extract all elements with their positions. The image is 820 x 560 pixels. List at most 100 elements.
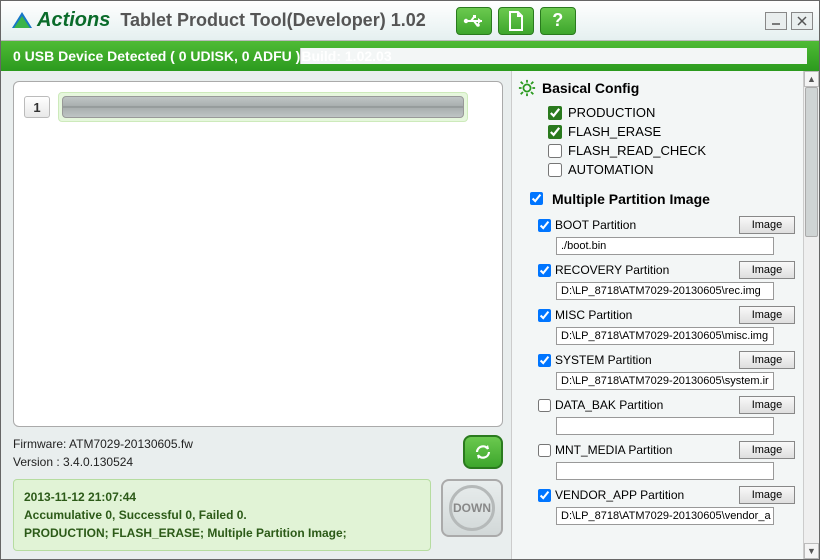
usb-icon: [463, 14, 485, 28]
down-icon: DOWN: [449, 485, 495, 531]
config-checkbox[interactable]: [548, 163, 562, 177]
refresh-icon: [472, 442, 494, 462]
partition-block: RECOVERY Partition Image D:\LP_8718\ATM702…: [538, 261, 795, 300]
summary-line3: PRODUCTION; FLASH_ERASE; Multiple Partit…: [24, 524, 420, 542]
partition-path[interactable]: D:\LP_8718\ATM7029-20130605\misc.img: [556, 327, 774, 345]
multi-partition-label: Multiple Partition Image: [552, 191, 710, 207]
file-icon: [507, 11, 525, 31]
left-panel: 1 Firmware: ATM7029-20130605.fw Version …: [1, 71, 511, 559]
partition-checkbox[interactable]: [538, 489, 551, 502]
partition-row: SYSTEM PartitionImage: [538, 351, 795, 369]
partition-image-button[interactable]: Image: [739, 306, 795, 324]
partition-checkbox[interactable]: [538, 354, 551, 367]
partition-row: MISC Partition Image: [538, 306, 795, 324]
partition-block: SYSTEM PartitionImage D:\LP_8718\ATM7029-…: [538, 351, 795, 390]
device-index: 1: [24, 96, 50, 118]
titlebar: Actions Tablet Product Tool(Developer) 1…: [1, 1, 819, 41]
config-panel: Basical Config PRODUCTIONFLASH_ERASEFLAS…: [511, 71, 819, 559]
minimize-icon: [771, 16, 781, 26]
firmware-line2: Version : 3.4.0.130524: [13, 453, 463, 471]
close-button[interactable]: [791, 12, 813, 30]
down-label: DOWN: [453, 501, 491, 515]
partition-path[interactable]: D:\LP_8718\ATM7029-20130605\vendor_a: [556, 507, 774, 525]
partition-label: RECOVERY Partition: [555, 263, 735, 277]
multi-partition-header: Multiple Partition Image: [518, 187, 799, 212]
partition-label: BOOT Partition: [555, 218, 735, 232]
device-list-panel: 1: [13, 81, 503, 427]
config-label: AUTOMATION: [568, 162, 653, 177]
partition-path[interactable]: ./boot.bin: [556, 237, 774, 255]
brand-text: Actions: [37, 9, 110, 32]
partition-block: MNT_MEDIA Partition Image: [538, 441, 795, 480]
partition-block: MISC Partition Image D:\LP_8718\ATM7029-20…: [538, 306, 795, 345]
help-icon: ?: [552, 10, 563, 31]
scroll-track[interactable]: [804, 87, 819, 543]
partition-row: VENDOR_APP Partition Image: [538, 486, 795, 504]
progress-bar: [62, 96, 464, 118]
minimize-button[interactable]: [765, 12, 787, 30]
help-button[interactable]: ?: [540, 7, 576, 35]
brand-logo: Actions: [9, 8, 110, 34]
bottom-row: 2013-11-12 21:07:44 Accumulative 0, Succ…: [13, 479, 503, 551]
config-checkbox[interactable]: [548, 125, 562, 139]
partition-path[interactable]: [556, 417, 774, 435]
partition-checkbox[interactable]: [538, 309, 551, 322]
config-row: FLASH_ERASE: [518, 122, 799, 141]
partition-row: BOOT Partition Image: [538, 216, 795, 234]
config-checkbox[interactable]: [548, 106, 562, 120]
window-controls: [765, 12, 813, 30]
app-title: Tablet Product Tool(Developer) 1.02: [120, 10, 425, 31]
partition-image-button[interactable]: Image: [739, 216, 795, 234]
partition-row: MNT_MEDIA Partition Image: [538, 441, 795, 459]
config-checkbox[interactable]: [548, 144, 562, 158]
partition-block: VENDOR_APP Partition Image D:\LP_8718\ATM7…: [538, 486, 795, 525]
file-button[interactable]: [498, 7, 534, 35]
partition-image-button[interactable]: Image: [739, 261, 795, 279]
status-right: Build: 1.02.03: [300, 48, 807, 64]
partition-block: DATA_BAK PartitionImage: [538, 396, 795, 435]
scroll-down-button[interactable]: ▼: [804, 543, 819, 559]
refresh-button[interactable]: [463, 435, 503, 469]
summary-line2: Accumulative 0, Successful 0, Failed 0.: [24, 506, 420, 524]
firmware-text: Firmware: ATM7029-20130605.fw Version : …: [13, 435, 463, 471]
config-row: AUTOMATION: [518, 160, 799, 179]
firmware-info: Firmware: ATM7029-20130605.fw Version : …: [13, 435, 503, 471]
partition-row: RECOVERY Partition Image: [538, 261, 795, 279]
config-scroll: Basical Config PRODUCTIONFLASH_ERASEFLAS…: [512, 71, 803, 559]
progress-container: [58, 92, 468, 122]
partition-image-button[interactable]: Image: [739, 441, 795, 459]
partition-label: MNT_MEDIA Partition: [555, 443, 735, 457]
config-scrollbar[interactable]: ▲ ▼: [803, 71, 819, 559]
partition-path[interactable]: [556, 462, 774, 480]
config-content: Basical Config PRODUCTIONFLASH_ERASEFLAS…: [512, 71, 803, 539]
device-row: 1: [24, 92, 492, 122]
partition-label: VENDOR_APP Partition: [555, 488, 735, 502]
status-bar: 0 USB Device Detected ( 0 UDISK, 0 ADFU …: [1, 41, 819, 71]
usb-button[interactable]: [456, 7, 492, 35]
down-button[interactable]: DOWN: [441, 479, 503, 537]
firmware-line1: Firmware: ATM7029-20130605.fw: [13, 435, 463, 453]
partition-image-button[interactable]: Image: [739, 351, 795, 369]
scroll-thumb[interactable]: [805, 87, 818, 237]
partition-checkbox[interactable]: [538, 264, 551, 277]
summary-line1: 2013-11-12 21:07:44: [24, 488, 420, 506]
partition-block: BOOT Partition Image ./boot.bin: [538, 216, 795, 255]
partition-checkbox[interactable]: [538, 219, 551, 232]
config-row: FLASH_READ_CHECK: [518, 141, 799, 160]
partition-image-button[interactable]: Image: [739, 396, 795, 414]
summary-panel: 2013-11-12 21:07:44 Accumulative 0, Succ…: [13, 479, 431, 551]
partition-checkbox[interactable]: [538, 444, 551, 457]
scroll-up-button[interactable]: ▲: [804, 71, 819, 87]
partition-image-button[interactable]: Image: [739, 486, 795, 504]
close-icon: [797, 16, 807, 26]
config-header: Basical Config: [518, 79, 799, 97]
gear-icon: [518, 79, 536, 97]
partition-path[interactable]: D:\LP_8718\ATM7029-20130605\rec.img: [556, 282, 774, 300]
main-area: 1 Firmware: ATM7029-20130605.fw Version …: [1, 71, 819, 559]
config-header-text: Basical Config: [542, 80, 639, 96]
partition-path[interactable]: D:\LP_8718\ATM7029-20130605\system.ir: [556, 372, 774, 390]
partition-checkbox[interactable]: [538, 399, 551, 412]
partition-label: MISC Partition: [555, 308, 735, 322]
multi-partition-checkbox[interactable]: [530, 192, 543, 205]
status-left: 0 USB Device Detected ( 0 UDISK, 0 ADFU …: [13, 48, 300, 64]
